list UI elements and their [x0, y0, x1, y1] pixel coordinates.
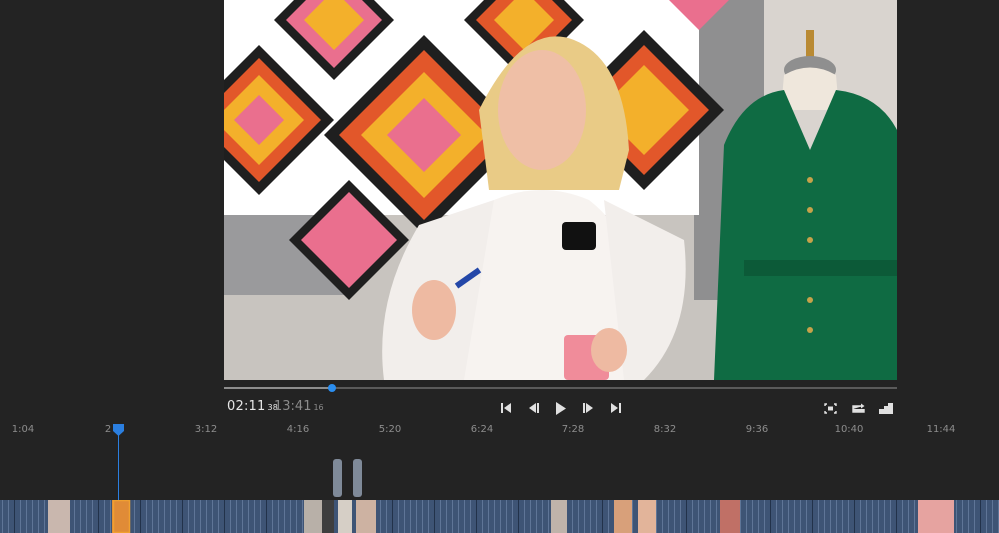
fit-screen-icon	[823, 402, 837, 414]
step-forward-icon	[583, 403, 593, 413]
ruler-tick-label: 5:20	[378, 424, 402, 435]
current-timecode: 02:11 38	[227, 399, 278, 414]
ruler-tick-label: 6:24	[470, 424, 494, 435]
skip-to-end-icon	[611, 403, 621, 413]
duration-timecode: 13:41 16	[274, 399, 324, 414]
clip-thumbnail-strip[interactable]	[0, 500, 999, 533]
loop-button[interactable]	[848, 398, 868, 418]
skip-to-start-icon	[501, 403, 511, 413]
play-icon	[556, 401, 566, 415]
step-back-icon	[529, 403, 539, 413]
play-button[interactable]	[551, 398, 571, 418]
current-time: 02:11	[227, 399, 266, 414]
timeline-marker[interactable]	[353, 459, 362, 497]
quality-button[interactable]	[876, 398, 896, 418]
ruler-tick-label: 4:16	[286, 424, 310, 435]
ruler-tick-label: 2	[104, 424, 112, 435]
ruler-tick-label: 8:32	[653, 424, 677, 435]
ruler-tick-label: 7:28	[561, 424, 585, 435]
ruler-tick-label: 11:44	[926, 424, 956, 435]
ruler-tick-label: 1:04	[11, 424, 35, 435]
quality-icon	[879, 402, 893, 414]
scrub-handle[interactable]	[327, 384, 336, 392]
timeline-marker[interactable]	[333, 459, 342, 497]
fit-screen-button[interactable]	[820, 398, 840, 418]
skip-to-start-button[interactable]	[496, 398, 516, 418]
scrub-bar[interactable]	[224, 384, 897, 392]
scrub-progress	[224, 387, 332, 389]
duration-time: 13:41	[274, 399, 312, 414]
step-back-button[interactable]	[524, 398, 544, 418]
step-forward-button[interactable]	[578, 398, 598, 418]
duration-frames: 16	[313, 403, 324, 412]
ruler-tick-label: 9:36	[745, 424, 769, 435]
ruler-tick-label: 3:12	[194, 424, 218, 435]
skip-to-end-button[interactable]	[606, 398, 626, 418]
ruler-tick-label: 10:40	[834, 424, 864, 435]
loop-icon	[851, 403, 865, 413]
playhead-line	[118, 434, 119, 500]
video-preview[interactable]	[224, 0, 897, 380]
